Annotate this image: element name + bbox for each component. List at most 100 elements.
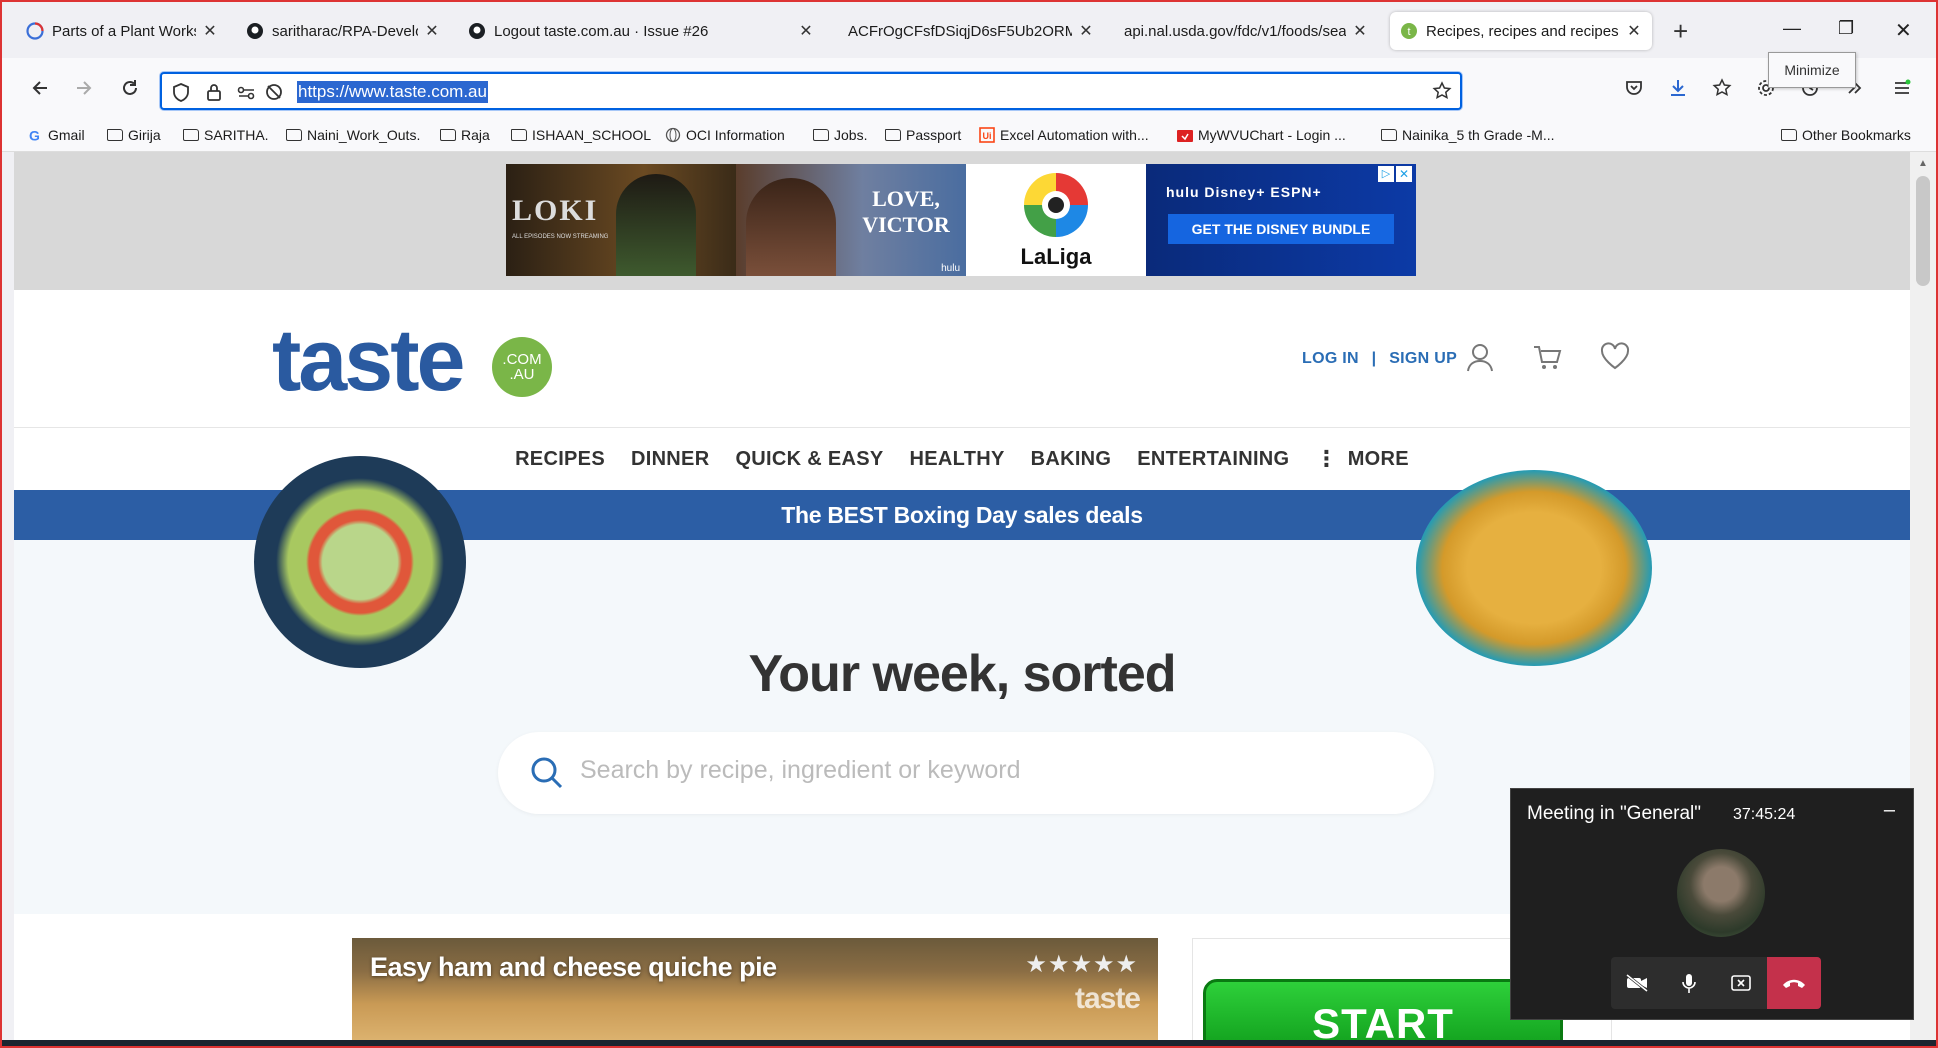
url-text[interactable]: https://www.taste.com.au bbox=[297, 81, 488, 103]
site-header: taste .COM .AU LOG IN | SIGN UP bbox=[14, 290, 1910, 428]
downloads-icon[interactable] bbox=[1664, 74, 1692, 102]
nav-baking[interactable]: BAKING bbox=[1031, 448, 1112, 471]
featured-recipe-title[interactable]: Easy ham and cheese quiche pie bbox=[370, 952, 777, 983]
tab-acfrog[interactable]: ACFrOgCFsfDSiqjD6sF5Ub2ORMfh ✕ bbox=[838, 12, 1104, 50]
bookmark-passport[interactable]: Passport bbox=[884, 127, 961, 143]
bookmark-mywvuchart[interactable]: MyWVUChart - Login ... bbox=[1176, 127, 1346, 143]
close-icon[interactable]: ✕ bbox=[798, 21, 814, 41]
close-icon[interactable]: ✕ bbox=[202, 21, 218, 41]
nav-quick-easy[interactable]: QUICK & EASY bbox=[735, 448, 883, 471]
menu-hamburger-icon[interactable] bbox=[1888, 74, 1916, 102]
scrollbar-thumb[interactable] bbox=[1916, 176, 1930, 286]
recipe-search[interactable]: Search by recipe, ingredient or keyword bbox=[498, 732, 1434, 814]
nav-more-label: MORE bbox=[1347, 447, 1409, 470]
disney-bundle-panel: hulu Disney+ ESPN+ GET THE DISNEY BUNDLE… bbox=[1146, 164, 1416, 276]
bookmark-star-icon[interactable] bbox=[1432, 81, 1452, 106]
new-tab-plus-icon[interactable]: + bbox=[1673, 18, 1688, 44]
back-arrow-icon[interactable] bbox=[26, 74, 54, 102]
reload-icon[interactable] bbox=[116, 74, 144, 102]
nav-dinner[interactable]: DINNER bbox=[631, 448, 709, 471]
folder-icon bbox=[106, 128, 123, 143]
search-input[interactable]: Search by recipe, ingredient or keyword bbox=[580, 756, 1021, 785]
cart-icon[interactable] bbox=[1532, 342, 1562, 377]
forward-arrow-icon[interactable] bbox=[70, 74, 98, 102]
tab-logout-issue[interactable]: Logout taste.com.au · Issue #26 ✕ bbox=[458, 12, 824, 50]
tracking-blocked-icon[interactable] bbox=[264, 82, 284, 107]
loki-subtitle: ALL EPISODES NOW STREAMING bbox=[512, 234, 609, 240]
participant-avatar bbox=[1677, 849, 1765, 937]
pocket-icon[interactable] bbox=[1620, 74, 1648, 102]
signup-link[interactable]: SIGN UP bbox=[1389, 350, 1457, 367]
folder-icon bbox=[182, 128, 199, 143]
tab-title: api.nal.usda.gov/fdc/v1/foods/sear bbox=[1124, 22, 1346, 40]
scroll-up-icon[interactable]: ▲ bbox=[1918, 158, 1928, 169]
bookmark-oci[interactable]: OCI Information bbox=[664, 127, 785, 143]
close-icon[interactable]: ✕ bbox=[424, 21, 440, 41]
globe-icon bbox=[664, 127, 681, 143]
nav-more[interactable]: ⋮ MORE bbox=[1315, 448, 1409, 471]
hulu-label: hulu bbox=[941, 263, 960, 274]
user-icon[interactable] bbox=[1466, 342, 1494, 377]
bookmark-other[interactable]: Other Bookmarks bbox=[1780, 127, 1911, 143]
bookmark-label: Nainika_5 th Grade -M... bbox=[1402, 127, 1555, 143]
tab-rpa-developer[interactable]: saritharac/RPA-Developer-in-3 ✕ bbox=[236, 12, 450, 50]
bookmark-label: Other Bookmarks bbox=[1802, 127, 1911, 143]
tab-title: ACFrOgCFsfDSiqjD6sF5Ub2ORMfh bbox=[848, 22, 1072, 40]
restore-icon[interactable]: ❐ bbox=[1838, 18, 1854, 39]
close-window-icon[interactable]: ✕ bbox=[1895, 18, 1912, 43]
tab-usda-api[interactable]: api.nal.usda.gov/fdc/v1/foods/sear ✕ bbox=[1114, 12, 1378, 50]
bookmark-label: OCI Information bbox=[686, 127, 785, 143]
lock-icon[interactable] bbox=[206, 82, 222, 107]
login-link[interactable]: LOG IN bbox=[1302, 350, 1359, 367]
featured-recipe-card[interactable]: Easy ham and cheese quiche pie ★★★★★ tas… bbox=[352, 938, 1158, 1046]
ad-choices-icon[interactable]: ▷ ✕ bbox=[1378, 166, 1412, 182]
bookmark-girija[interactable]: Girija bbox=[106, 127, 161, 143]
brand-logos: hulu Disney+ ESPN+ bbox=[1166, 184, 1322, 200]
tab-title: Logout taste.com.au · Issue #26 bbox=[494, 22, 709, 40]
loki-title: LOKI bbox=[512, 194, 599, 227]
tab-title: Parts of a Plant Worksheets bbox=[52, 22, 196, 40]
bookmark-raja[interactable]: Raja bbox=[439, 127, 490, 143]
nav-recipes[interactable]: RECIPES bbox=[515, 448, 605, 471]
bookmark-ishaan-school[interactable]: ISHAAN_SCHOOL bbox=[510, 127, 651, 143]
close-icon[interactable]: ✕ bbox=[1078, 21, 1094, 41]
tab-parts-of-plant[interactable]: Parts of a Plant Worksheets ✕ bbox=[16, 12, 228, 50]
bookmark-nainika[interactable]: Nainika_5 th Grade -M... bbox=[1380, 127, 1555, 143]
nav-entertaining[interactable]: ENTERTAINING bbox=[1137, 448, 1289, 471]
start-button[interactable]: START bbox=[1203, 979, 1563, 1046]
minimize-icon[interactable]: — bbox=[1783, 18, 1801, 39]
auth-links: LOG IN | SIGN UP bbox=[1302, 350, 1457, 368]
nav-healthy[interactable]: HEALTHY bbox=[910, 448, 1005, 471]
hang-up-button[interactable] bbox=[1767, 957, 1821, 1009]
teams-meeting-popup[interactable]: Meeting in "General" 37:45:24 – bbox=[1510, 788, 1914, 1020]
tab-title: saritharac/RPA-Developer-in-3 bbox=[272, 22, 418, 40]
camera-off-icon[interactable] bbox=[1611, 957, 1663, 1009]
url-bar[interactable]: https://www.taste.com.au bbox=[160, 72, 1462, 110]
disney-bundle-cta[interactable]: GET THE DISNEY BUNDLE bbox=[1168, 214, 1394, 244]
folder-icon bbox=[510, 128, 527, 143]
bookmark-label: Girija bbox=[128, 127, 161, 143]
meeting-minimize-icon[interactable]: – bbox=[1884, 799, 1895, 822]
favourites-heart-icon[interactable] bbox=[1600, 342, 1630, 375]
taste-favicon-icon: t bbox=[1400, 22, 1418, 40]
shield-icon[interactable] bbox=[172, 82, 190, 107]
share-screen-stop-icon[interactable] bbox=[1715, 957, 1767, 1009]
search-icon[interactable] bbox=[530, 756, 564, 795]
close-icon[interactable]: ✕ bbox=[1626, 21, 1642, 41]
tab-taste-active[interactable]: t Recipes, recipes and recipes - T ✕ bbox=[1390, 12, 1652, 50]
disney-bundle-ad[interactable]: LOKI ALL EPISODES NOW STREAMING LOVE, VI… bbox=[506, 164, 1416, 276]
permissions-icon[interactable] bbox=[236, 82, 256, 107]
minimize-tooltip: Minimize bbox=[1768, 52, 1856, 88]
navigation-toolbar: https://www.taste.com.au bbox=[2, 58, 1936, 122]
taste-logo[interactable]: taste bbox=[272, 316, 465, 404]
bookmark-saritha[interactable]: SARITHA. bbox=[182, 127, 269, 143]
bookmark-excel-automation[interactable]: Ui Excel Automation with... bbox=[978, 127, 1149, 143]
extensions-star-icon[interactable] bbox=[1708, 74, 1736, 102]
tab-title: Recipes, recipes and recipes - T bbox=[1426, 22, 1620, 40]
laliga-ad-panel: LaLiga bbox=[966, 164, 1146, 276]
bookmark-jobs[interactable]: Jobs. bbox=[812, 127, 867, 143]
bookmark-naini-workouts[interactable]: Naini_Work_Outs. bbox=[285, 127, 420, 143]
bookmark-gmail[interactable]: G Gmail bbox=[26, 127, 85, 143]
close-icon[interactable]: ✕ bbox=[1352, 21, 1368, 41]
microphone-icon[interactable] bbox=[1663, 957, 1715, 1009]
